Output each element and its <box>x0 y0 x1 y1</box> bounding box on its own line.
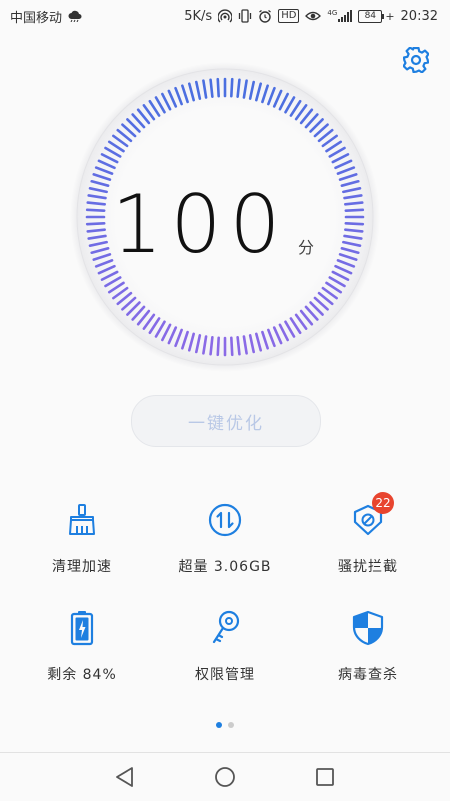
feature-label: 骚扰拦截 <box>338 559 398 575</box>
alarm-icon <box>258 9 272 23</box>
recents-square-icon <box>316 768 334 786</box>
battery-icon <box>62 608 102 648</box>
gauge-tick <box>230 336 234 357</box>
feature-label: 病毒查杀 <box>338 667 398 683</box>
gear-icon <box>403 47 429 73</box>
eye-icon <box>305 10 322 22</box>
recents-button[interactable] <box>313 765 337 789</box>
feature-harassment-block[interactable]: 22 骚扰拦截 <box>293 492 443 590</box>
battery-tip <box>382 13 385 19</box>
gauge-tick <box>216 336 220 357</box>
gauge-tick <box>344 228 364 233</box>
feature-battery[interactable]: 剩余 84% <box>7 608 157 698</box>
back-triangle-icon <box>116 767 133 787</box>
gauge-tick <box>344 208 365 212</box>
hd-icon: HD <box>278 9 300 23</box>
gauge-tick <box>236 336 241 356</box>
data-transfer-icon <box>205 500 245 540</box>
battery-icon: 84 + <box>358 9 395 23</box>
signal-icon: 4G <box>327 9 353 22</box>
cloud-icon <box>68 10 82 22</box>
shield-block-icon: 22 <box>348 492 394 540</box>
gauge-tick <box>230 77 234 98</box>
settings-button[interactable] <box>402 46 430 74</box>
battery-level: 84 <box>358 9 383 23</box>
health-score: 100 <box>111 178 289 271</box>
feature-label: 剩余 84% <box>47 667 117 683</box>
page-dot <box>228 722 234 728</box>
broom-icon <box>62 500 102 540</box>
gauge-tick <box>344 201 364 206</box>
feature-label: 权限管理 <box>195 667 255 683</box>
security-shield-icon <box>348 608 388 648</box>
page-indicator <box>0 722 450 728</box>
score-unit: 分 <box>298 238 315 257</box>
home-circle-icon <box>215 767 235 787</box>
feature-virus-scan[interactable]: 病毒查杀 <box>293 608 443 698</box>
feature-cleanup[interactable]: 清理加速 <box>7 500 157 590</box>
status-bar: 中国移动 5K/s HD 4G 84 + 20:32 <box>0 0 450 32</box>
vibrate-icon <box>238 9 252 23</box>
one-click-optimize-button[interactable]: 一键优化 <box>131 395 321 447</box>
feature-label: 超量 3.06GB <box>178 559 272 575</box>
network-type-label: 4G <box>327 9 338 17</box>
charging-plus-icon: + <box>385 9 395 23</box>
feature-permissions[interactable]: 权限管理 <box>150 608 300 698</box>
network-speed: 5K/s <box>184 8 213 24</box>
hotspot-icon <box>218 9 233 23</box>
clock-time: 20:32 <box>400 8 438 24</box>
key-icon <box>205 608 245 648</box>
carrier-label: 中国移动 <box>10 10 63 26</box>
system-navigation-bar <box>0 752 450 801</box>
feature-label: 清理加速 <box>52 559 112 575</box>
home-button[interactable] <box>213 765 237 789</box>
gauge-tick <box>209 336 214 356</box>
gauge-tick <box>216 77 220 98</box>
feature-data-usage[interactable]: 超量 3.06GB <box>150 500 300 590</box>
status-bar-right: 5K/s HD 4G 84 + 20:32 <box>184 9 438 24</box>
back-button[interactable] <box>113 765 137 789</box>
gauge-tick <box>344 222 365 226</box>
gauge-tick <box>236 78 241 98</box>
status-bar-left: 中国移动 <box>10 7 82 26</box>
notification-badge: 22 <box>372 492 394 514</box>
page-dot-active <box>216 722 222 728</box>
gauge-tick <box>209 78 214 98</box>
